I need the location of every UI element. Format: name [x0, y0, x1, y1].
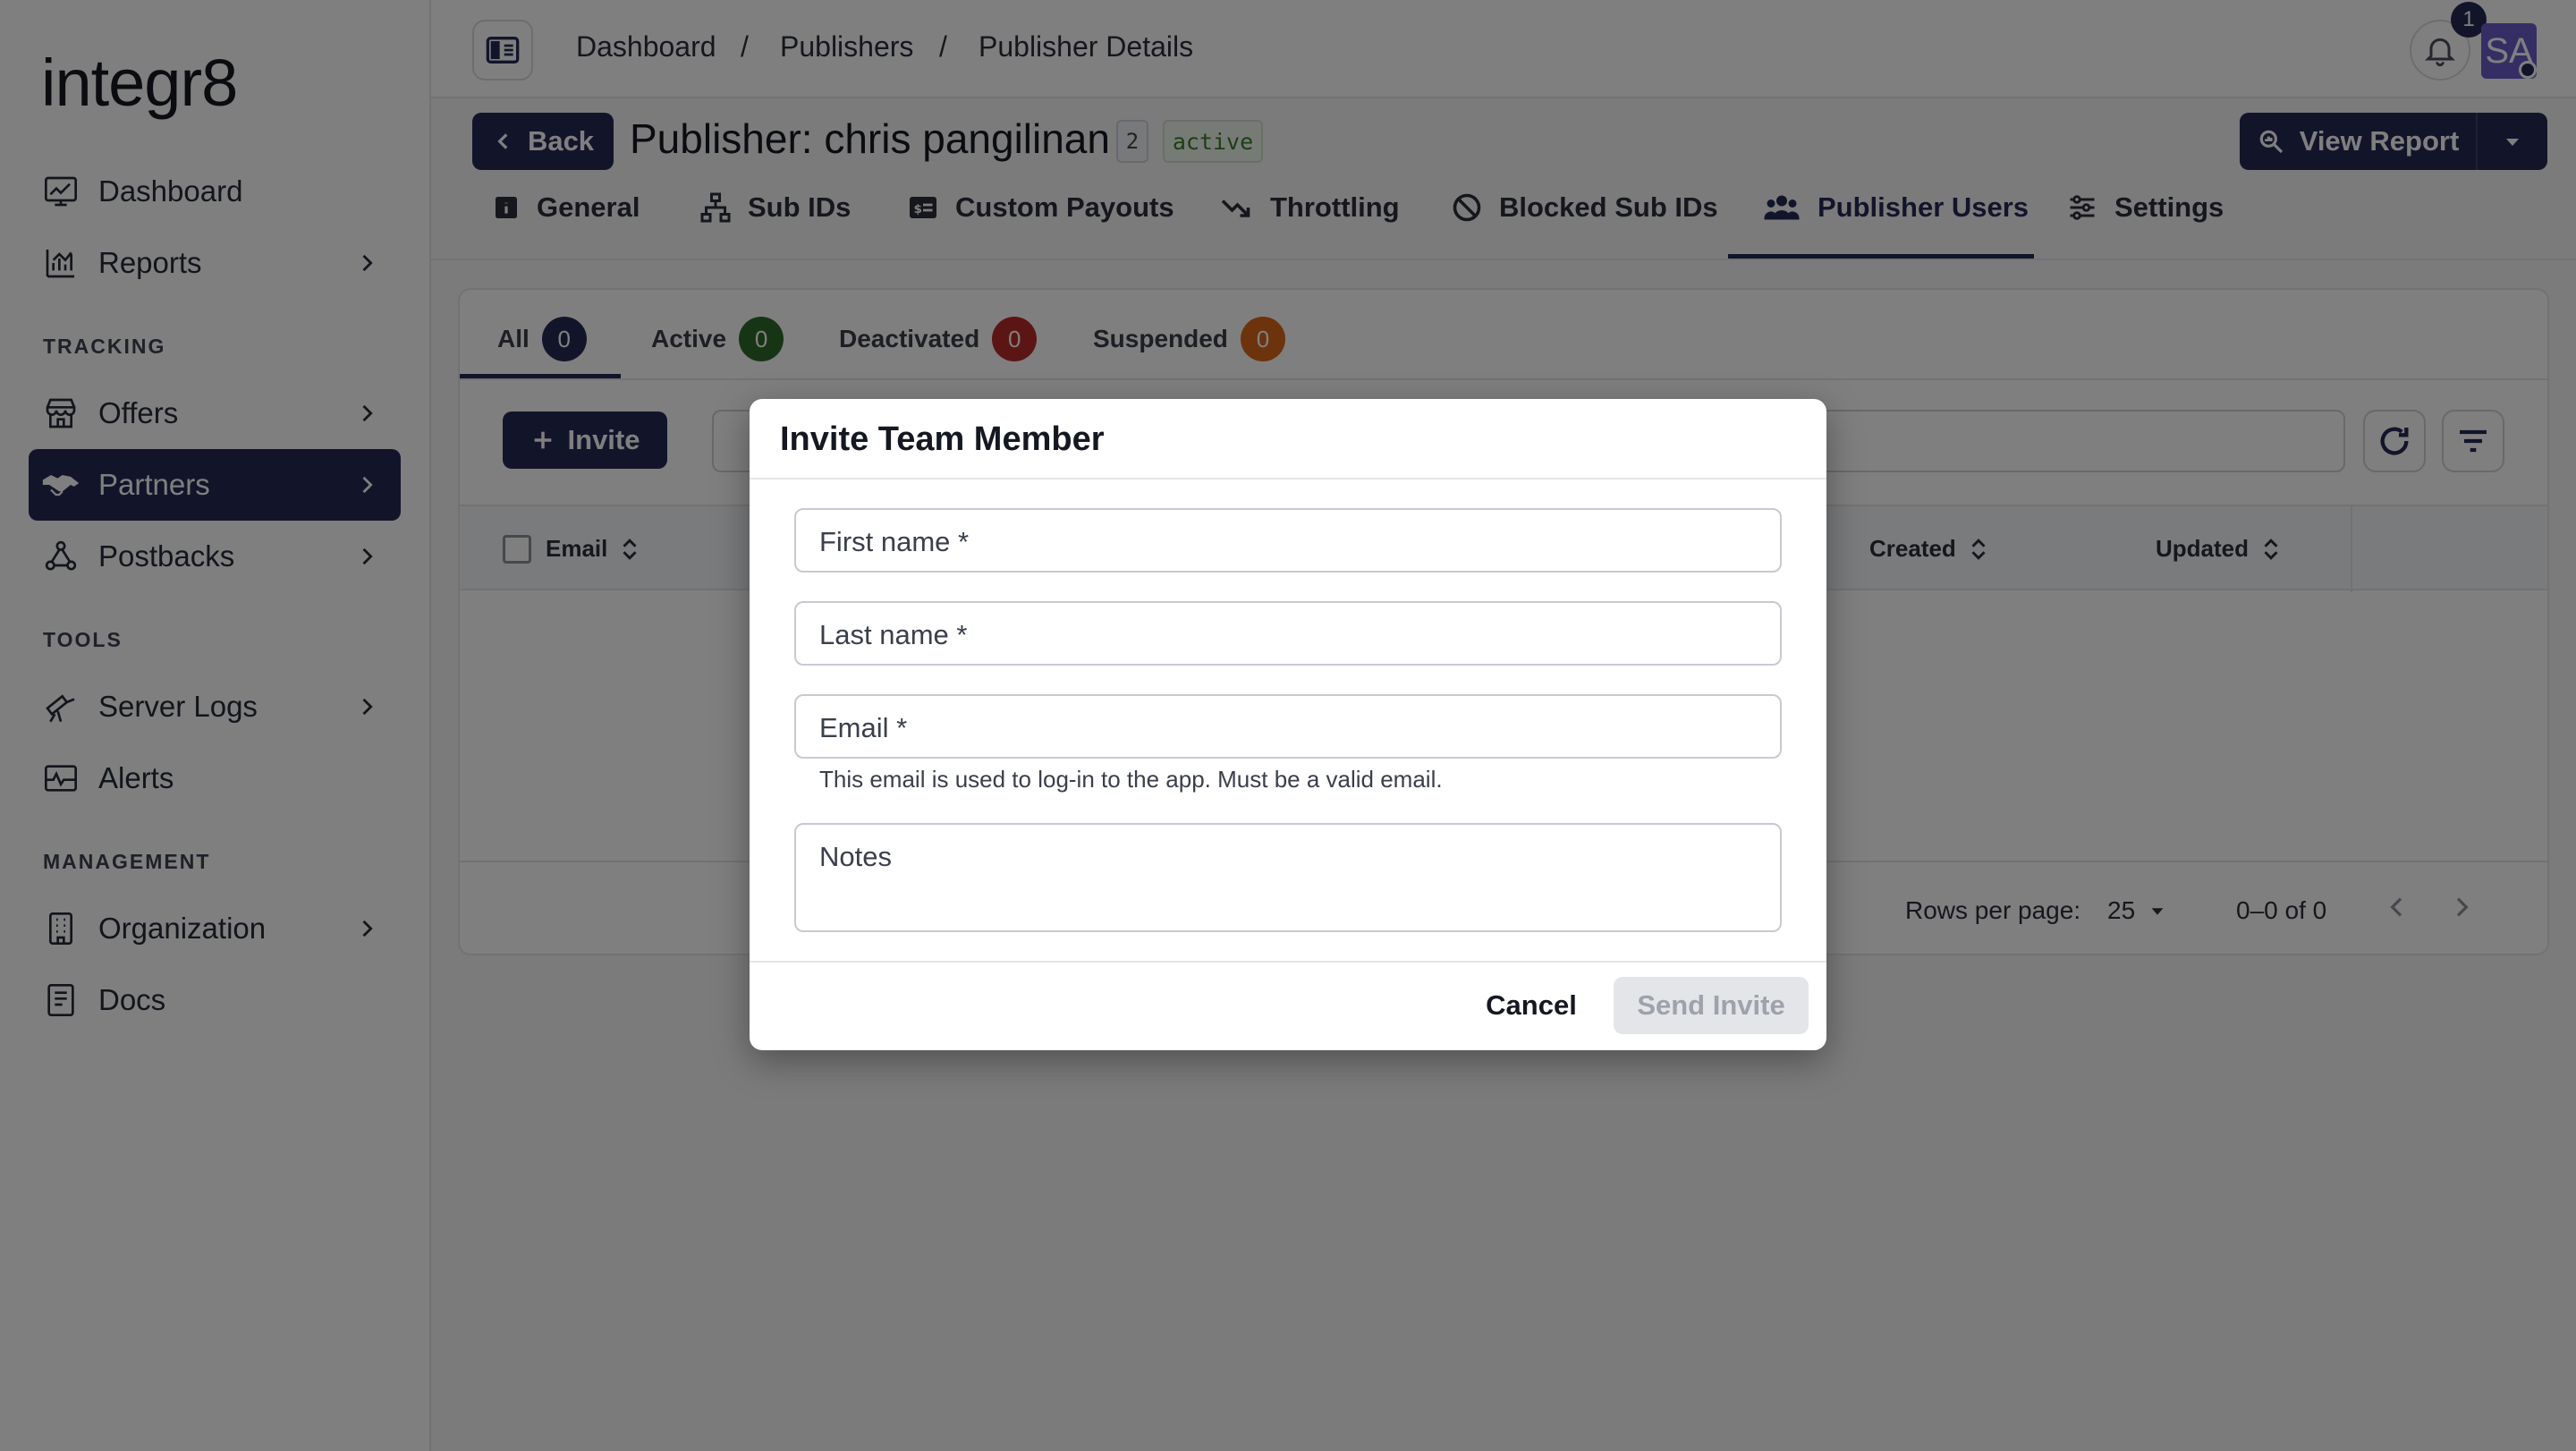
- dialog-header-divider: [750, 478, 1826, 479]
- cancel-button[interactable]: Cancel: [1465, 977, 1597, 1034]
- dialog-title: Invite Team Member: [780, 420, 1105, 458]
- last-name-label: Last name *: [819, 619, 968, 650]
- notes-label: Notes: [819, 841, 892, 872]
- send-invite-button[interactable]: Send Invite: [1614, 977, 1809, 1034]
- first-name-label: First name *: [819, 526, 970, 557]
- invite-team-member-dialog: Invite Team Member First name * Last nam…: [750, 399, 1826, 1050]
- email-field[interactable]: Email *: [794, 694, 1782, 759]
- dialog-footer-divider: [750, 961, 1826, 963]
- email-label: Email *: [819, 712, 908, 743]
- notes-field[interactable]: Notes: [794, 823, 1782, 932]
- email-helper-text: This email is used to log-in to the app.…: [819, 766, 1443, 793]
- last-name-field[interactable]: Last name *: [794, 601, 1782, 666]
- first-name-field[interactable]: First name *: [794, 508, 1782, 573]
